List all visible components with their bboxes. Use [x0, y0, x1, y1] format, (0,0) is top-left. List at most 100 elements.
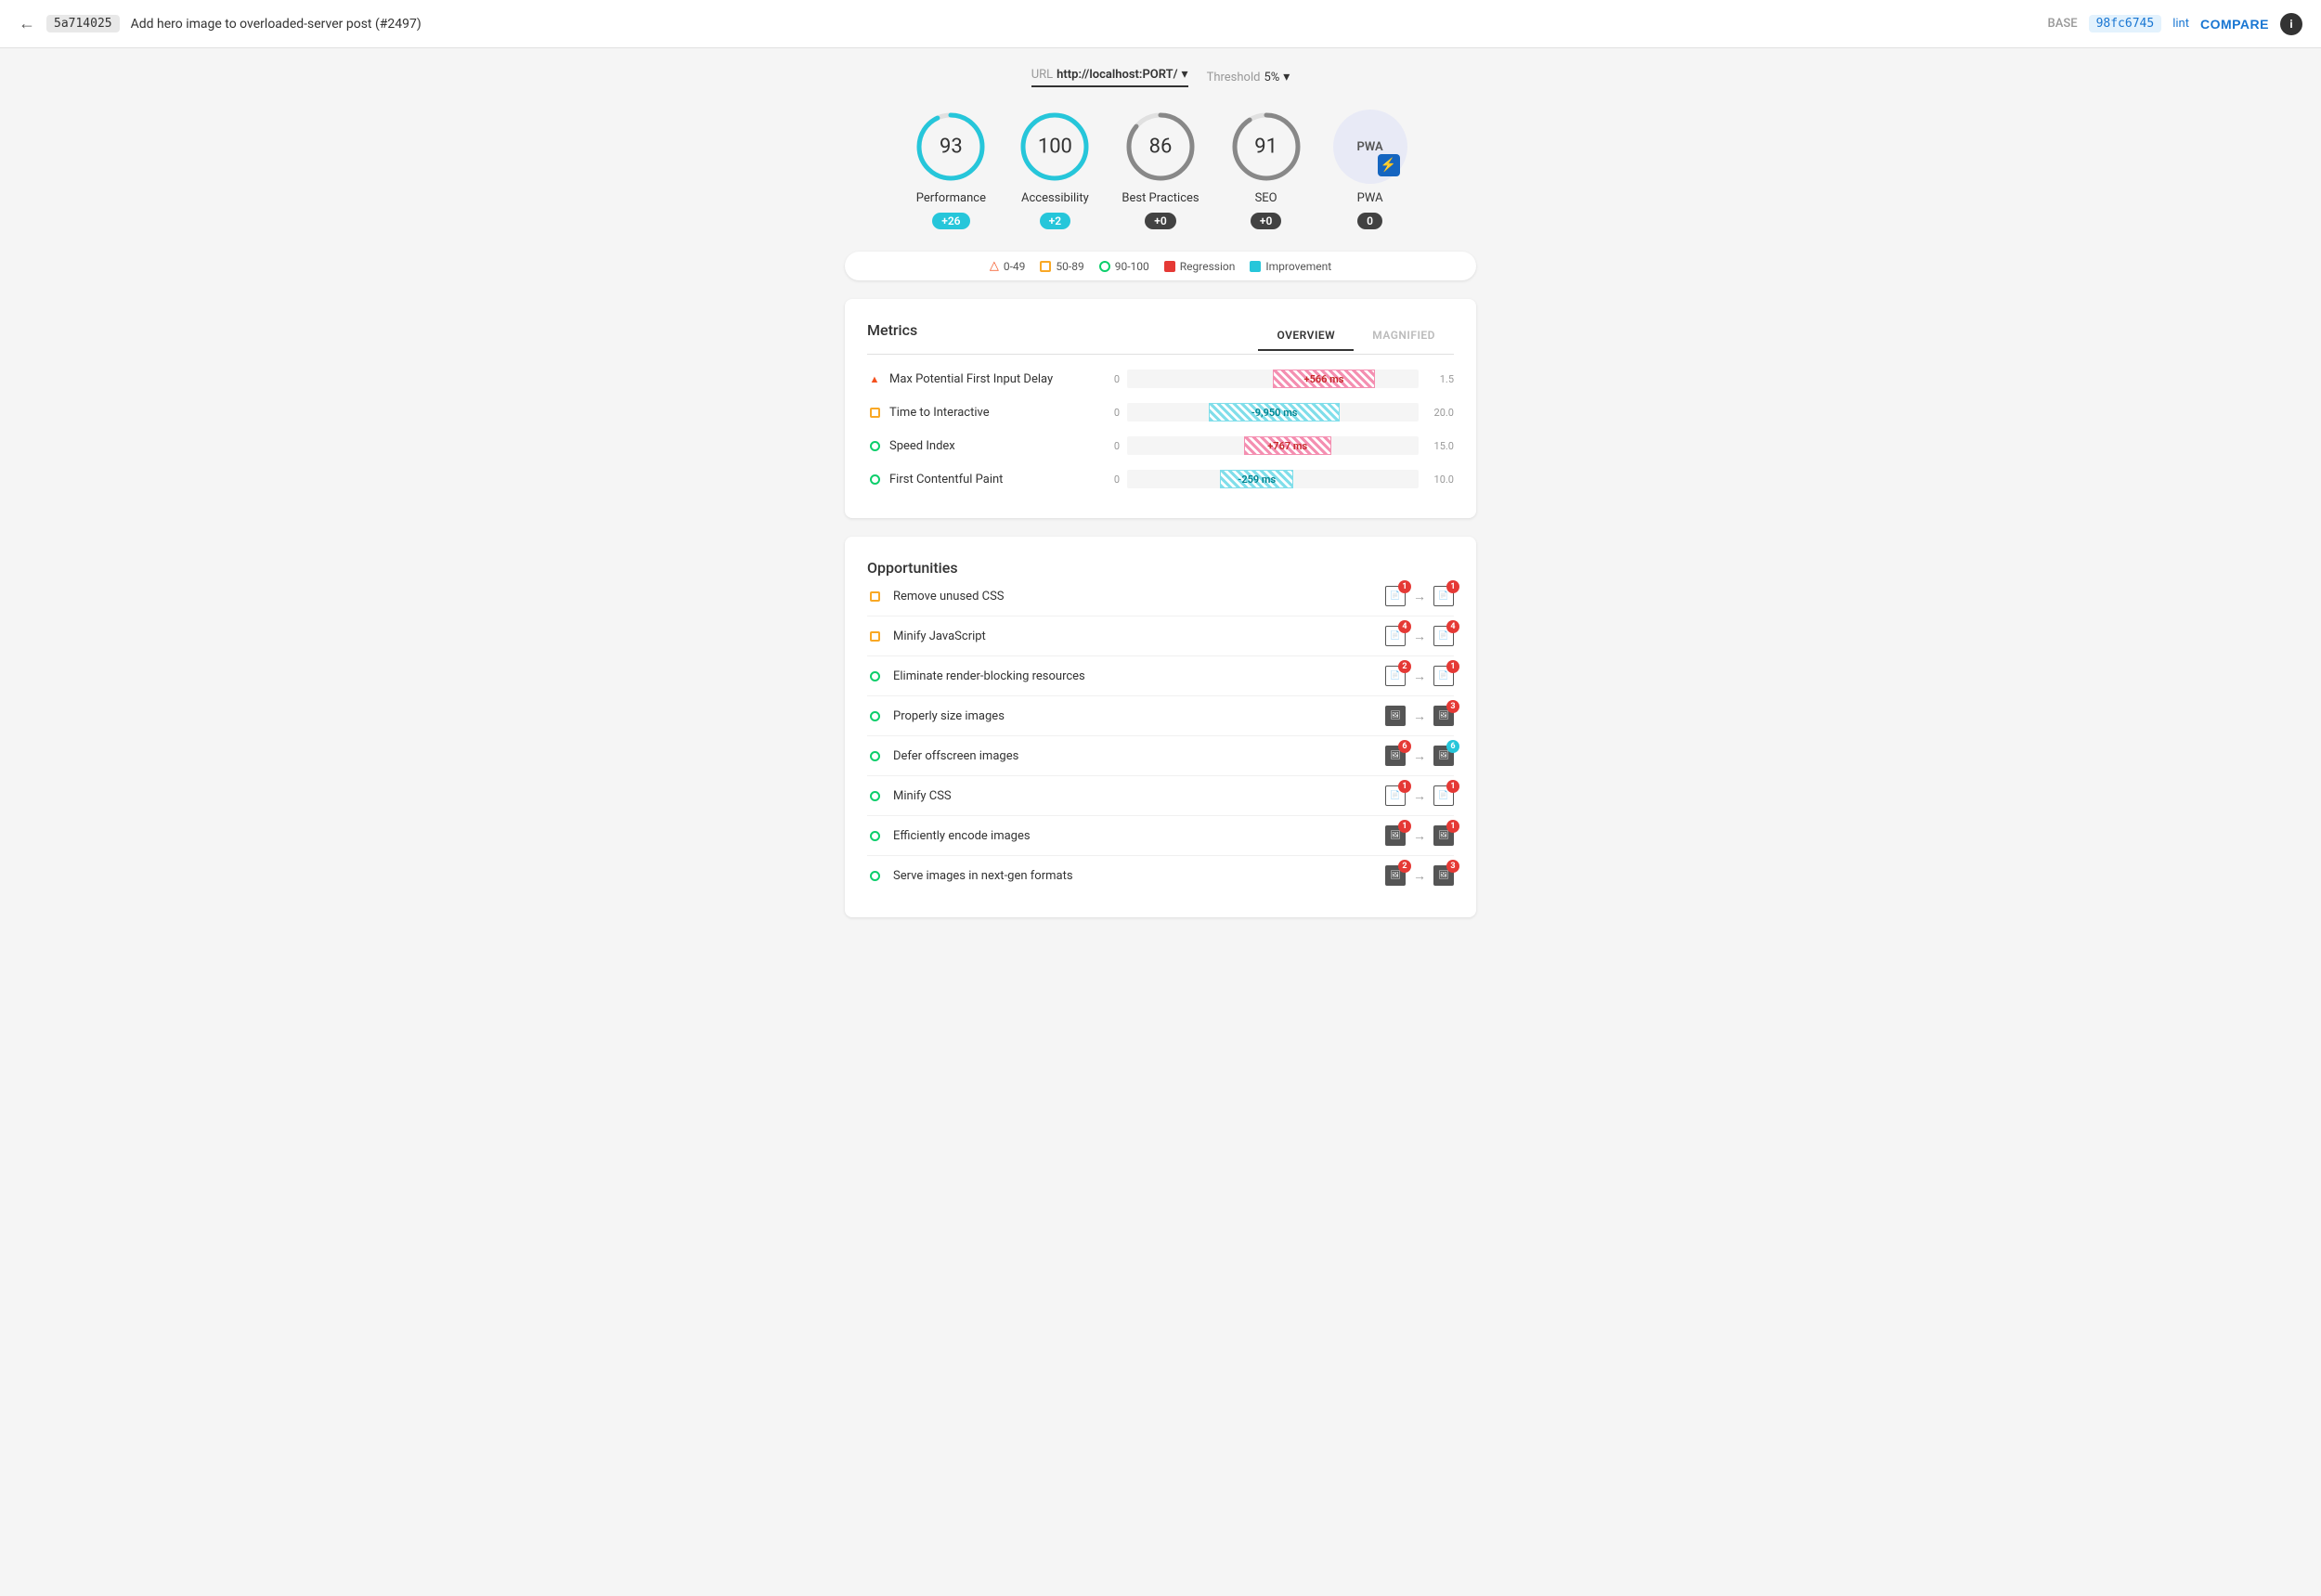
- speed-index-bar-wrap: +767 ms: [1127, 436, 1419, 455]
- metric-tti: Time to Interactive 0 -9,950 ms 20.0: [867, 396, 1454, 429]
- img-icon: 🖼: [1385, 706, 1406, 726]
- url-selector[interactable]: URL http://localhost:PORT/ ▾: [1031, 67, 1188, 87]
- efficiently-encode-files: 🖼 1 → 🖼 1: [1385, 825, 1454, 846]
- next-gen-base-badge: 2: [1398, 860, 1411, 873]
- minify-js-base-badge: 4: [1398, 620, 1411, 633]
- tab-overview[interactable]: OVERVIEW: [1258, 321, 1354, 351]
- minify-js-name: Minify JavaScript: [893, 629, 1374, 643]
- legend-90-100: 90-100: [1099, 260, 1149, 273]
- best-practices-label: Best Practices: [1122, 191, 1199, 205]
- fid-bar-wrap: +566 ms: [1127, 370, 1419, 388]
- threshold-label: Threshold: [1207, 71, 1261, 84]
- performance-circle: 93: [914, 110, 988, 184]
- speed-index-icon: [867, 438, 882, 453]
- info-icon[interactable]: i: [2280, 13, 2302, 35]
- speed-index-start: 0: [1101, 440, 1120, 452]
- fcp-start: 0: [1101, 474, 1120, 486]
- compare-button[interactable]: COMPARE: [2200, 17, 2269, 32]
- unused-css-base-badge: 1: [1398, 580, 1411, 593]
- legend-50-89: 50-89: [1040, 260, 1083, 273]
- render-blocking-icon: [867, 668, 882, 683]
- legend-bar: △ 0-49 50-89 90-100 Regression Improveme…: [845, 252, 1476, 280]
- fcp-bar-wrap: -259 ms: [1127, 470, 1419, 488]
- unused-css-compare-file[interactable]: 📄 1: [1433, 586, 1454, 606]
- fid-start: 0: [1101, 373, 1120, 385]
- fid-name: Max Potential First Input Delay: [889, 372, 1094, 386]
- next-gen-base-file[interactable]: 🖼 2: [1385, 865, 1406, 886]
- render-blocking-files: 📄 2 → 📄 1: [1385, 666, 1454, 686]
- minify-js-base-file[interactable]: 📄 4: [1385, 626, 1406, 646]
- unused-css-base-file[interactable]: 📄 1: [1385, 586, 1406, 606]
- minify-css-compare-file[interactable]: 📄 1: [1433, 785, 1454, 806]
- triangle-icon: △: [990, 259, 999, 273]
- defer-offscreen-base-file[interactable]: 🖼 6: [1385, 746, 1406, 766]
- yellow-box-icon: [1040, 261, 1051, 272]
- pwa-circle: PWA ⚡: [1333, 110, 1407, 184]
- tti-end: 20.0: [1426, 407, 1454, 419]
- legend-regression-label: Regression: [1180, 260, 1236, 273]
- accessibility-score: 100: [1038, 136, 1072, 159]
- minify-css-base-file[interactable]: 📄 1: [1385, 785, 1406, 806]
- fid-bar: +566 ms: [1273, 370, 1375, 388]
- legend-50-89-label: 50-89: [1056, 260, 1083, 273]
- pwa-lightning-icon: ⚡: [1378, 154, 1400, 176]
- url-label: URL: [1031, 68, 1053, 82]
- defer-offscreen-base-badge: 6: [1398, 740, 1411, 753]
- render-blocking-name: Eliminate render-blocking resources: [893, 669, 1374, 683]
- next-gen-compare-file[interactable]: 🖼 3: [1433, 865, 1454, 886]
- arrow-icon: →: [1413, 788, 1426, 804]
- efficiently-encode-compare-badge: 1: [1446, 820, 1459, 833]
- metrics-tabs: OVERVIEW MAGNIFIED: [1258, 321, 1454, 351]
- opportunities-card: Opportunities Remove unused CSS 📄 1 → 📄 …: [845, 537, 1476, 917]
- opp-remove-unused-css: Remove unused CSS 📄 1 → 📄 1: [867, 577, 1454, 616]
- render-blocking-base-file[interactable]: 📄 2: [1385, 666, 1406, 686]
- pwa-label: PWA: [1357, 191, 1383, 205]
- fcp-name: First Contentful Paint: [889, 473, 1094, 487]
- tab-magnified[interactable]: MAGNIFIED: [1354, 321, 1454, 351]
- legend-improvement: Improvement: [1250, 260, 1331, 273]
- next-gen-files: 🖼 2 → 🖼 3: [1385, 865, 1454, 886]
- properly-size-compare-file[interactable]: 🖼 3: [1433, 706, 1454, 726]
- opp-properly-size-images: Properly size images 🖼 → 🖼 3: [867, 696, 1454, 736]
- accessibility-label: Accessibility: [1021, 191, 1089, 205]
- url-value: http://localhost:PORT/: [1057, 68, 1177, 82]
- blue-square-icon: [1250, 261, 1261, 272]
- tti-icon: [867, 405, 882, 420]
- opportunities-title: Opportunities: [867, 559, 958, 577]
- seo-circle: 91: [1229, 110, 1303, 184]
- green-circle-icon: [1099, 261, 1110, 272]
- properly-size-base-file[interactable]: 🖼: [1385, 706, 1406, 726]
- seo-score: 91: [1254, 136, 1277, 159]
- opp-minify-js: Minify JavaScript 📄 4 → 📄 4: [867, 616, 1454, 656]
- tti-name: Time to Interactive: [889, 406, 1094, 420]
- efficiently-encode-base-file[interactable]: 🖼 1: [1385, 825, 1406, 846]
- defer-offscreen-compare-file[interactable]: 🖼 6: [1433, 746, 1454, 766]
- score-seo: 91 SEO +0: [1229, 110, 1303, 229]
- minify-js-compare-file[interactable]: 📄 4: [1433, 626, 1454, 646]
- threshold-selector[interactable]: Threshold 5% ▾: [1207, 70, 1290, 84]
- arrow-icon: →: [1413, 589, 1426, 604]
- minify-css-files: 📄 1 → 📄 1: [1385, 785, 1454, 806]
- arrow-icon: →: [1413, 708, 1426, 724]
- back-button[interactable]: ←: [19, 14, 35, 33]
- arrow-icon: →: [1413, 868, 1426, 884]
- metric-speed-index: Speed Index 0 +767 ms 15.0: [867, 429, 1454, 462]
- defer-offscreen-files: 🖼 6 → 🖼 6: [1385, 746, 1454, 766]
- efficiently-encode-name: Efficiently encode images: [893, 829, 1374, 843]
- defer-offscreen-compare-badge: 6: [1446, 740, 1459, 753]
- render-blocking-base-badge: 2: [1398, 660, 1411, 673]
- score-accessibility: 100 Accessibility +2: [1018, 110, 1092, 229]
- accessibility-badge: +2: [1040, 213, 1070, 229]
- minify-js-icon: [867, 629, 882, 643]
- opp-minify-css: Minify CSS 📄 1 → 📄 1: [867, 776, 1454, 816]
- defer-offscreen-name: Defer offscreen images: [893, 749, 1374, 763]
- seo-label: SEO: [1255, 191, 1277, 205]
- efficiently-encode-compare-file[interactable]: 🖼 1: [1433, 825, 1454, 846]
- main-content: URL http://localhost:PORT/ ▾ Threshold 5…: [826, 48, 1495, 954]
- score-best-practices: 86 Best Practices +0: [1122, 110, 1199, 229]
- properly-size-compare-badge: 3: [1446, 700, 1459, 713]
- metrics-card: Metrics OVERVIEW MAGNIFIED ▲ Max Potenti…: [845, 299, 1476, 518]
- speed-index-end: 15.0: [1426, 440, 1454, 452]
- tti-start: 0: [1101, 407, 1120, 419]
- render-blocking-compare-file[interactable]: 📄 1: [1433, 666, 1454, 686]
